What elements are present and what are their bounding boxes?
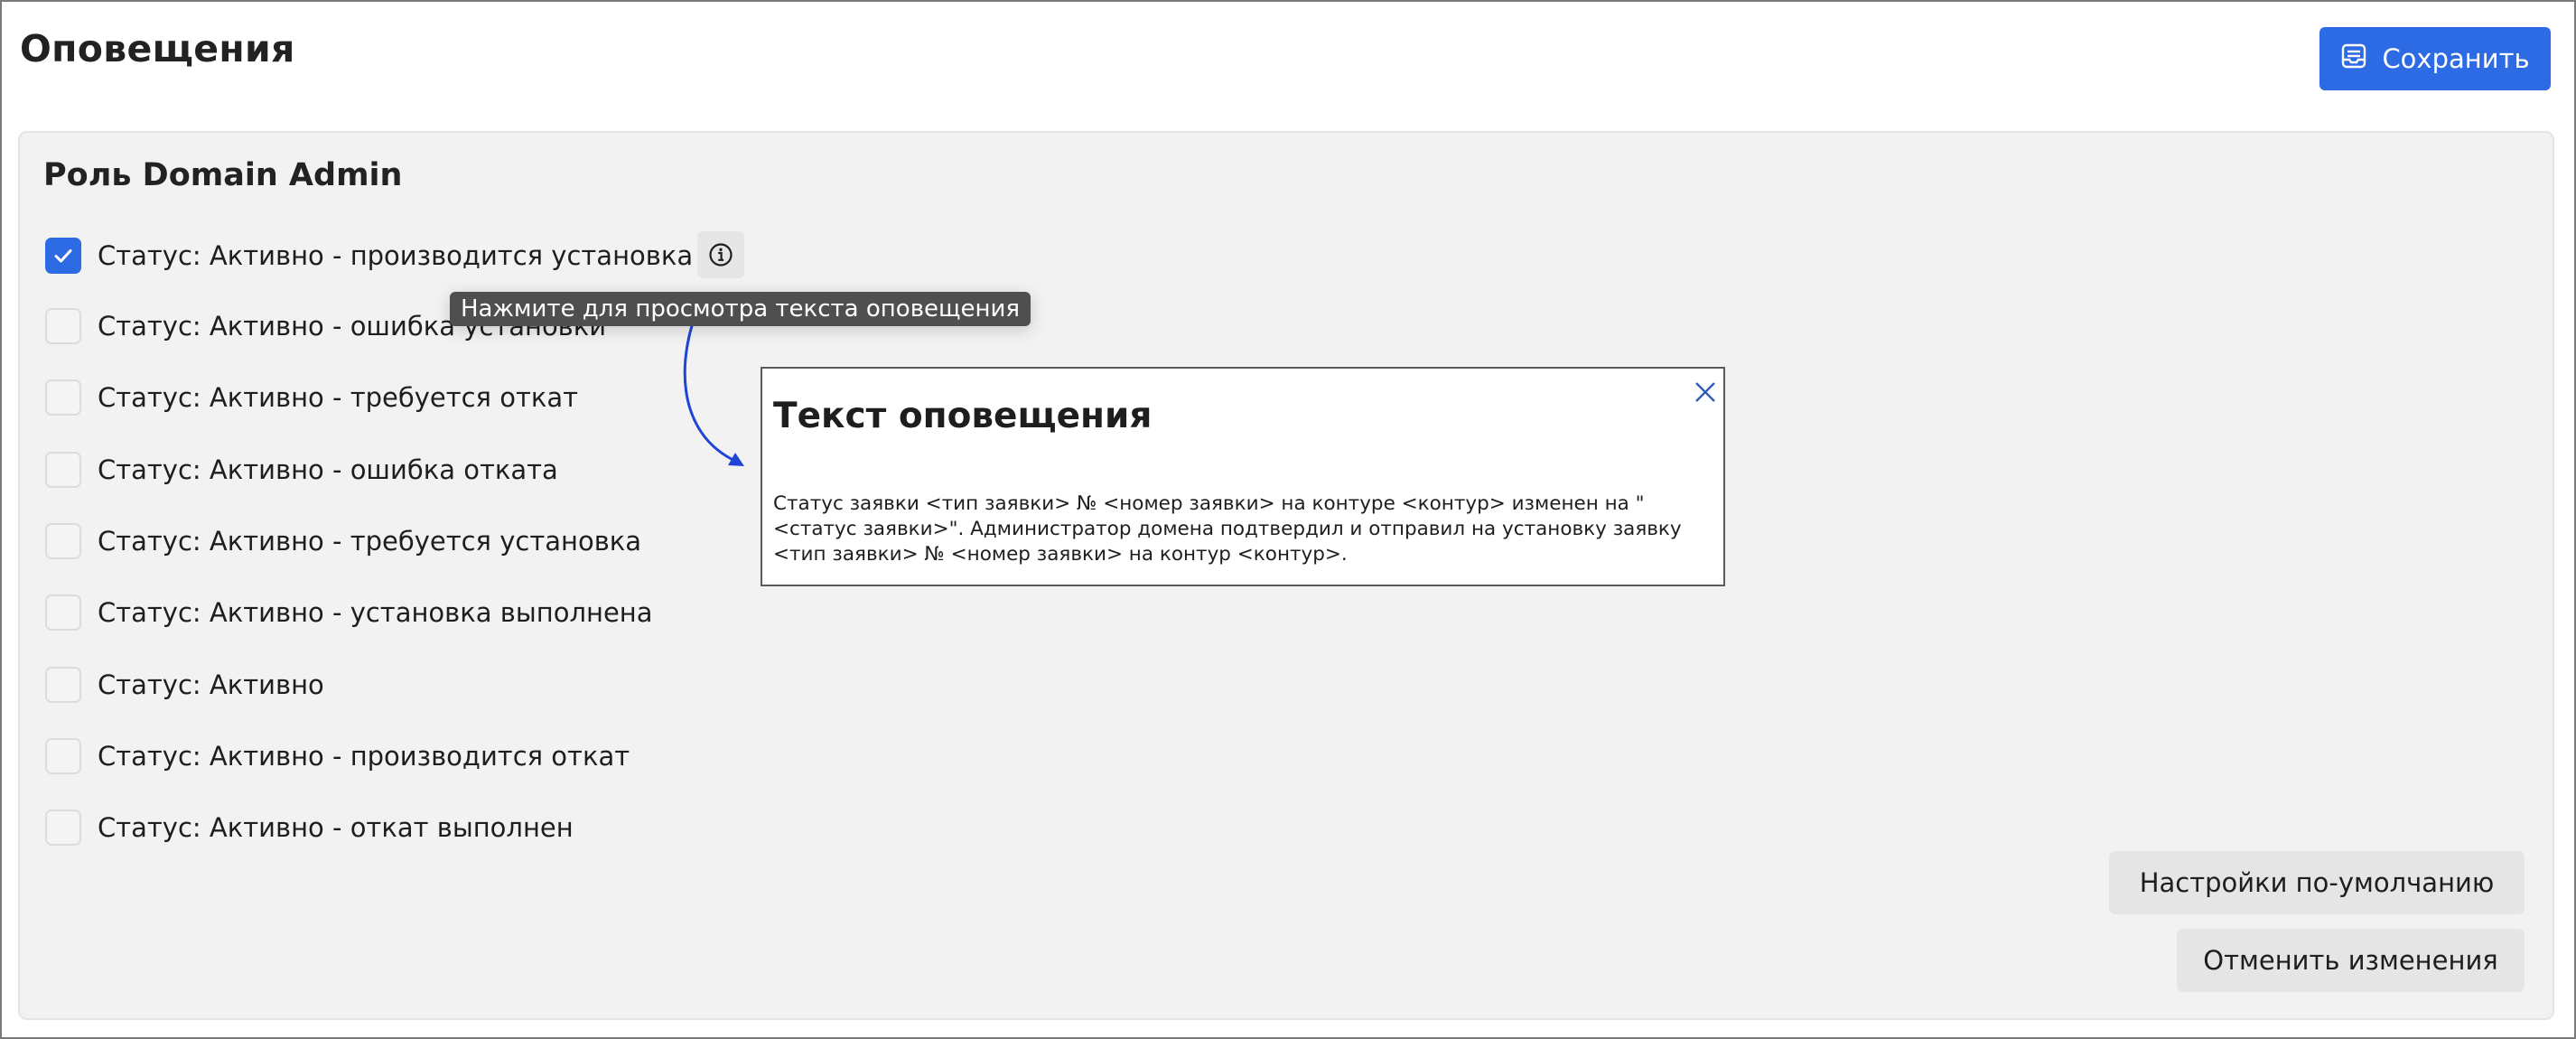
option-row[interactable]: Статус: Активно - требуется установка <box>45 523 641 559</box>
checkbox[interactable] <box>45 594 81 631</box>
option-label: Статус: Активно - установка выполнена <box>98 597 653 628</box>
option-label: Статус: Активно - требуется откат <box>98 382 579 413</box>
save-button[interactable]: Сохранить <box>2319 27 2551 90</box>
checkbox[interactable] <box>45 238 81 274</box>
option-row[interactable]: Статус: Активно - производится откат <box>45 738 630 774</box>
checkbox[interactable] <box>45 379 81 416</box>
option-row[interactable]: Статус: Активно <box>45 667 324 703</box>
cancel-changes-button[interactable]: Отменить изменения <box>2177 929 2525 992</box>
option-label: Статус: Активно - откат выполнен <box>98 812 574 843</box>
checkbox[interactable] <box>45 523 81 559</box>
option-row[interactable]: Статус: Активно - установка выполнена <box>45 594 653 631</box>
role-title: Роль Domain Admin <box>43 157 403 193</box>
notification-text-popup: Текст оповещения Статус заявки <тип заяв… <box>761 367 1725 586</box>
info-tooltip: Нажмите для просмотра текста оповещения <box>450 292 1031 326</box>
page-title: Оповещения <box>20 27 295 70</box>
checkbox[interactable] <box>45 452 81 488</box>
info-circle-icon <box>709 243 733 267</box>
info-button[interactable] <box>697 231 744 278</box>
checkbox[interactable] <box>45 738 81 774</box>
popup-title: Текст оповещения <box>773 396 1153 436</box>
option-label: Статус: Активно <box>98 669 324 700</box>
option-row[interactable]: Статус: Активно - требуется откат <box>45 379 578 416</box>
checkbox[interactable] <box>45 667 81 703</box>
option-label: Статус: Активно - требуется установка <box>98 526 642 557</box>
close-icon[interactable] <box>1691 378 1720 407</box>
popup-body: Статус заявки <тип заявки> № <номер заяв… <box>773 492 1682 566</box>
option-label: Статус: Активно - производится установка <box>98 240 694 271</box>
restore-defaults-button[interactable]: Настройки по-умолчанию <box>2109 851 2525 914</box>
save-list-icon <box>2340 42 2367 76</box>
option-label: Статус: Активно - производится откат <box>98 741 630 772</box>
checkbox[interactable] <box>45 308 81 344</box>
option-row[interactable]: Статус: Активно - ошибка отката <box>45 452 558 488</box>
checkmark-icon <box>54 249 72 263</box>
option-row[interactable]: Статус: Активно - откат выполнен <box>45 810 574 846</box>
option-row[interactable]: Статус: Активно - производится установка <box>45 238 693 274</box>
save-button-label: Сохранить <box>2382 43 2530 74</box>
checkbox[interactable] <box>45 810 81 846</box>
option-label: Статус: Активно - ошибка отката <box>98 454 558 485</box>
